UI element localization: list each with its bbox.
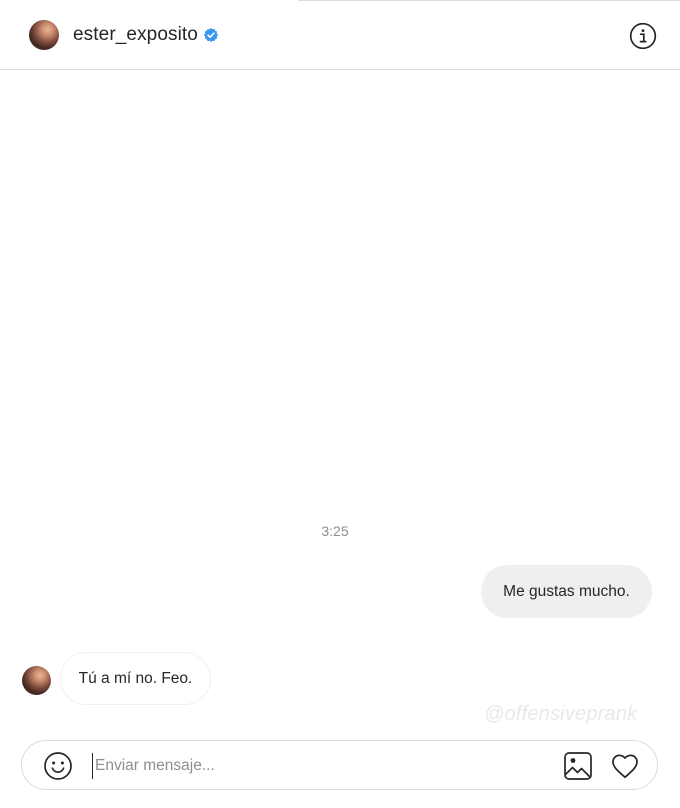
image-icon[interactable] — [562, 750, 594, 782]
contact-avatar[interactable] — [29, 20, 59, 50]
outgoing-message[interactable]: Me gustas mucho. — [481, 565, 652, 618]
info-icon[interactable] — [629, 22, 657, 50]
message-input[interactable] — [92, 753, 482, 779]
incoming-message[interactable]: Tú a mí no. Feo. — [60, 652, 211, 705]
sender-avatar[interactable] — [22, 666, 51, 695]
message-composer — [21, 740, 658, 790]
heart-icon[interactable] — [610, 751, 640, 781]
verified-badge-icon — [204, 28, 218, 42]
message-timestamp: 3:25 — [321, 523, 349, 539]
contact-username[interactable]: ester_exposito — [73, 24, 198, 46]
chat-header: ester_exposito — [0, 0, 680, 70]
watermark: @offensiveprank — [484, 703, 638, 725]
emoji-icon[interactable] — [43, 751, 73, 781]
